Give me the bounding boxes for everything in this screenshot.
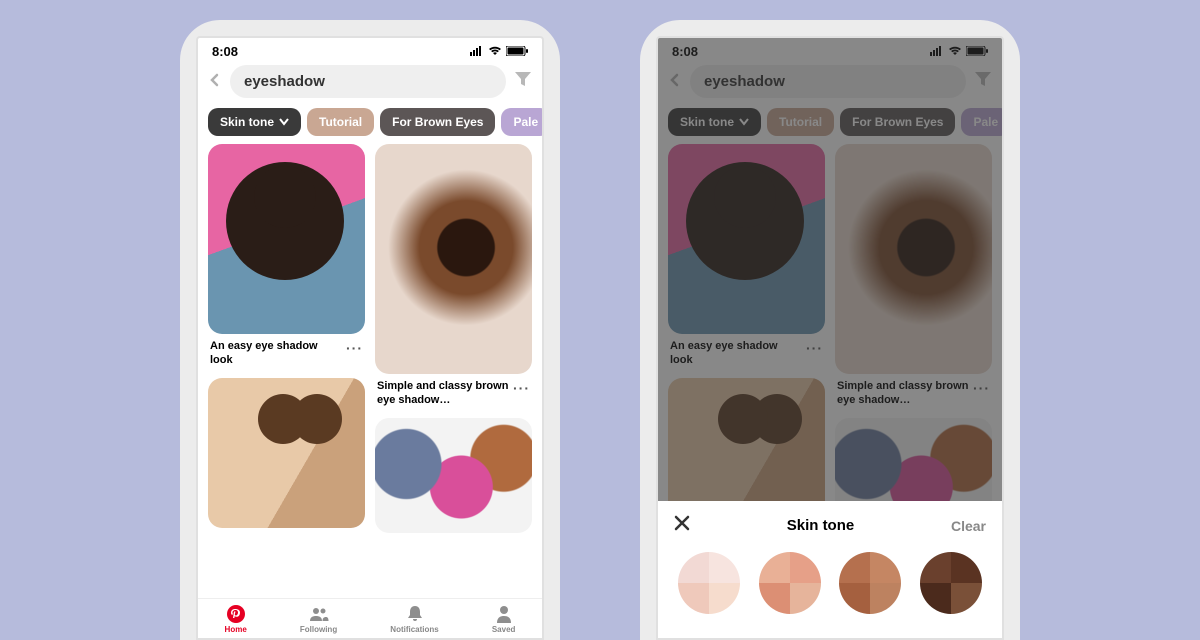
chip-label: Pale [513, 115, 538, 129]
pinterest-icon [227, 605, 245, 623]
pin[interactable]: Simple and classy brown eye shadow… ··· [375, 144, 532, 533]
bell-icon [407, 605, 423, 623]
pin[interactable]: An easy eye shadow look ··· [208, 144, 365, 533]
skin-tone-swatch-1[interactable] [678, 552, 740, 614]
skin-tone-sheet: Skin tone Clear [658, 501, 1002, 638]
chevron-down-icon [279, 115, 289, 129]
filter-icon[interactable] [514, 71, 532, 92]
search-input[interactable]: eyeshadow [230, 65, 506, 98]
pin-image[interactable] [208, 378, 365, 528]
search-row: eyeshadow [198, 61, 542, 102]
wifi-icon [488, 44, 502, 59]
pin-grid[interactable]: An easy eye shadow look ··· Simple and c… [198, 144, 542, 598]
more-icon[interactable]: ··· [346, 340, 363, 356]
status-indicators [470, 44, 528, 59]
phone-screen-left: 8:08 eyeshadow [196, 36, 544, 640]
bottom-nav: Home Following Notifications Saved [198, 598, 542, 638]
sheet-title: Skin tone [787, 517, 855, 534]
pin-title: An easy eye shadow look [210, 340, 342, 368]
battery-icon [506, 44, 528, 59]
status-bar: 8:08 [198, 38, 542, 61]
sheet-header: Skin tone Clear [674, 515, 986, 536]
chip-label: Tutorial [319, 115, 362, 129]
chip-label: Skin tone [220, 115, 274, 129]
filter-chips: Skin tone Tutorial For Brown Eyes Pale [198, 102, 542, 144]
chip-for-brown-eyes[interactable]: For Brown Eyes [380, 108, 495, 136]
pin-image[interactable] [208, 144, 365, 334]
pin-title: Simple and classy brown eye shadow… [377, 380, 509, 408]
phone-frame-right: 8:08 eyeshadow Skin tone Tutorial For Br… [640, 20, 1020, 640]
chip-label: For Brown Eyes [392, 115, 483, 129]
close-icon[interactable] [674, 515, 690, 536]
pin-image[interactable] [375, 418, 532, 533]
chip-skin-tone[interactable]: Skin tone [208, 108, 301, 136]
status-time: 8:08 [212, 44, 238, 59]
phone-screen-right: 8:08 eyeshadow Skin tone Tutorial For Br… [656, 36, 1004, 640]
more-icon[interactable]: ··· [513, 380, 530, 396]
skin-tone-swatch-4[interactable] [920, 552, 982, 614]
swatch-row [674, 552, 986, 614]
phone-frame-left: 8:08 eyeshadow [180, 20, 560, 640]
clear-button[interactable]: Clear [951, 518, 986, 534]
person-icon [496, 605, 512, 623]
people-icon [309, 605, 329, 623]
pin-image[interactable] [375, 144, 532, 374]
signal-icon [470, 44, 484, 59]
skin-tone-swatch-2[interactable] [759, 552, 821, 614]
chip-pale[interactable]: Pale [501, 108, 542, 136]
skin-tone-swatch-3[interactable] [839, 552, 901, 614]
back-icon[interactable] [208, 71, 222, 92]
chip-tutorial[interactable]: Tutorial [307, 108, 374, 136]
